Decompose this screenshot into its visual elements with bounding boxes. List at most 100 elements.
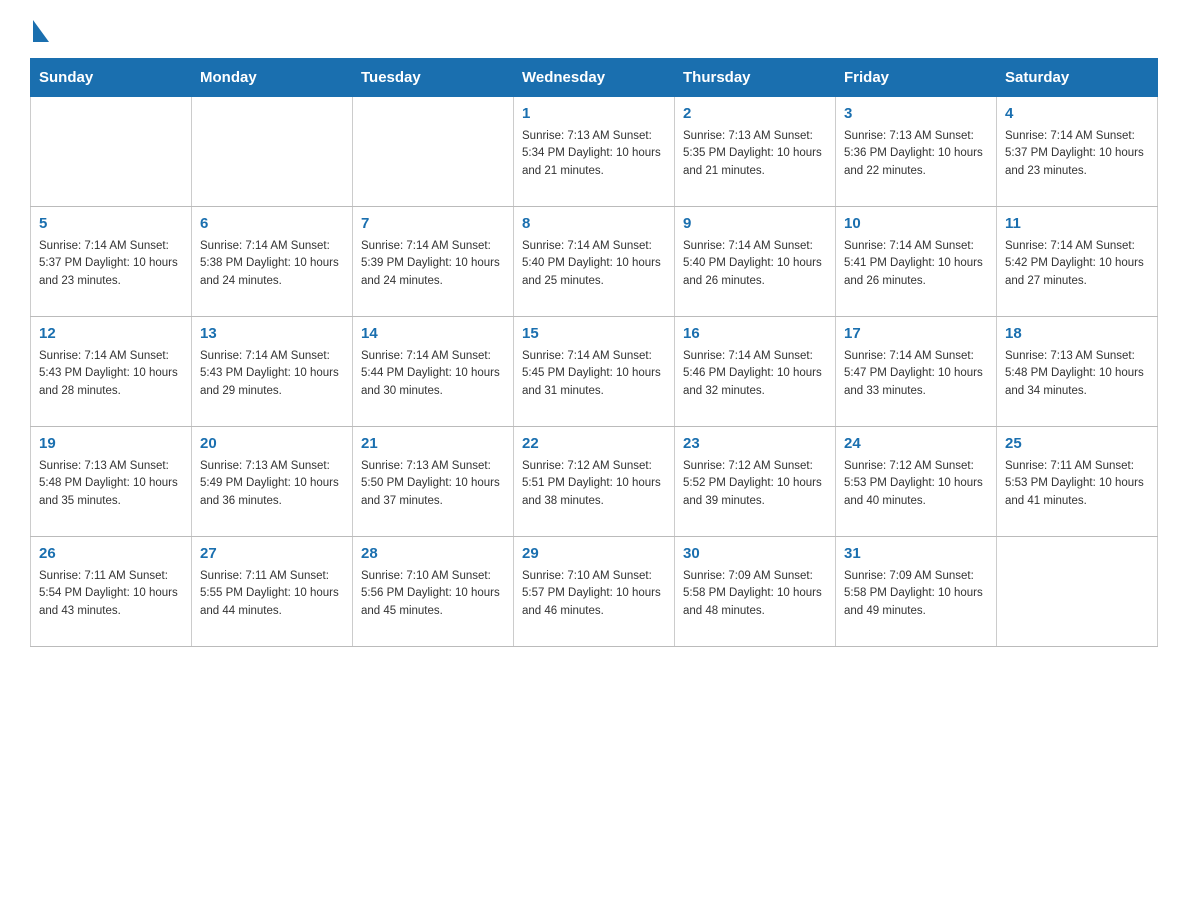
day-number: 8 xyxy=(522,213,666,236)
calendar-cell: 29Sunrise: 7:10 AM Sunset: 5:57 PM Dayli… xyxy=(514,537,675,647)
day-number: 12 xyxy=(39,323,183,346)
day-number: 22 xyxy=(522,433,666,456)
day-number: 16 xyxy=(683,323,827,346)
calendar-cell: 6Sunrise: 7:14 AM Sunset: 5:38 PM Daylig… xyxy=(192,207,353,317)
calendar-cell: 26Sunrise: 7:11 AM Sunset: 5:54 PM Dayli… xyxy=(31,537,192,647)
day-number: 21 xyxy=(361,433,505,456)
calendar-body: 1Sunrise: 7:13 AM Sunset: 5:34 PM Daylig… xyxy=(31,97,1158,647)
day-number: 9 xyxy=(683,213,827,236)
day-number: 20 xyxy=(200,433,344,456)
day-info: Sunrise: 7:13 AM Sunset: 5:49 PM Dayligh… xyxy=(200,458,344,511)
calendar-cell: 20Sunrise: 7:13 AM Sunset: 5:49 PM Dayli… xyxy=(192,427,353,537)
day-number: 26 xyxy=(39,543,183,566)
calendar-cell: 22Sunrise: 7:12 AM Sunset: 5:51 PM Dayli… xyxy=(514,427,675,537)
calendar-cell: 15Sunrise: 7:14 AM Sunset: 5:45 PM Dayli… xyxy=(514,317,675,427)
logo xyxy=(30,20,49,38)
calendar-cell: 4Sunrise: 7:14 AM Sunset: 5:37 PM Daylig… xyxy=(997,97,1158,207)
day-info: Sunrise: 7:09 AM Sunset: 5:58 PM Dayligh… xyxy=(844,568,988,621)
day-info: Sunrise: 7:12 AM Sunset: 5:53 PM Dayligh… xyxy=(844,458,988,511)
calendar-week-4: 19Sunrise: 7:13 AM Sunset: 5:48 PM Dayli… xyxy=(31,427,1158,537)
calendar-cell: 11Sunrise: 7:14 AM Sunset: 5:42 PM Dayli… xyxy=(997,207,1158,317)
calendar-week-3: 12Sunrise: 7:14 AM Sunset: 5:43 PM Dayli… xyxy=(31,317,1158,427)
day-number: 31 xyxy=(844,543,988,566)
day-info: Sunrise: 7:11 AM Sunset: 5:53 PM Dayligh… xyxy=(1005,458,1149,511)
column-header-wednesday: Wednesday xyxy=(514,59,675,97)
day-info: Sunrise: 7:14 AM Sunset: 5:46 PM Dayligh… xyxy=(683,348,827,401)
calendar-cell: 3Sunrise: 7:13 AM Sunset: 5:36 PM Daylig… xyxy=(836,97,997,207)
header-row: SundayMondayTuesdayWednesdayThursdayFrid… xyxy=(31,59,1158,97)
calendar-cell: 27Sunrise: 7:11 AM Sunset: 5:55 PM Dayli… xyxy=(192,537,353,647)
calendar-cell: 19Sunrise: 7:13 AM Sunset: 5:48 PM Dayli… xyxy=(31,427,192,537)
day-number: 17 xyxy=(844,323,988,346)
logo-triangle-icon xyxy=(33,20,49,42)
day-info: Sunrise: 7:14 AM Sunset: 5:47 PM Dayligh… xyxy=(844,348,988,401)
calendar-week-1: 1Sunrise: 7:13 AM Sunset: 5:34 PM Daylig… xyxy=(31,97,1158,207)
calendar-cell: 18Sunrise: 7:13 AM Sunset: 5:48 PM Dayli… xyxy=(997,317,1158,427)
calendar-cell: 25Sunrise: 7:11 AM Sunset: 5:53 PM Dayli… xyxy=(997,427,1158,537)
calendar-cell: 7Sunrise: 7:14 AM Sunset: 5:39 PM Daylig… xyxy=(353,207,514,317)
calendar-cell: 16Sunrise: 7:14 AM Sunset: 5:46 PM Dayli… xyxy=(675,317,836,427)
day-number: 18 xyxy=(1005,323,1149,346)
column-header-thursday: Thursday xyxy=(675,59,836,97)
day-info: Sunrise: 7:14 AM Sunset: 5:41 PM Dayligh… xyxy=(844,238,988,291)
calendar-cell: 12Sunrise: 7:14 AM Sunset: 5:43 PM Dayli… xyxy=(31,317,192,427)
calendar-cell: 8Sunrise: 7:14 AM Sunset: 5:40 PM Daylig… xyxy=(514,207,675,317)
calendar-cell: 28Sunrise: 7:10 AM Sunset: 5:56 PM Dayli… xyxy=(353,537,514,647)
day-info: Sunrise: 7:11 AM Sunset: 5:54 PM Dayligh… xyxy=(39,568,183,621)
page-header xyxy=(30,20,1158,38)
calendar-cell: 13Sunrise: 7:14 AM Sunset: 5:43 PM Dayli… xyxy=(192,317,353,427)
day-number: 24 xyxy=(844,433,988,456)
calendar-cell xyxy=(353,97,514,207)
calendar-cell: 30Sunrise: 7:09 AM Sunset: 5:58 PM Dayli… xyxy=(675,537,836,647)
calendar-week-5: 26Sunrise: 7:11 AM Sunset: 5:54 PM Dayli… xyxy=(31,537,1158,647)
day-info: Sunrise: 7:14 AM Sunset: 5:39 PM Dayligh… xyxy=(361,238,505,291)
day-number: 2 xyxy=(683,103,827,126)
calendar-cell: 31Sunrise: 7:09 AM Sunset: 5:58 PM Dayli… xyxy=(836,537,997,647)
day-number: 29 xyxy=(522,543,666,566)
day-number: 10 xyxy=(844,213,988,236)
calendar-cell: 24Sunrise: 7:12 AM Sunset: 5:53 PM Dayli… xyxy=(836,427,997,537)
day-number: 15 xyxy=(522,323,666,346)
day-number: 5 xyxy=(39,213,183,236)
calendar-table: SundayMondayTuesdayWednesdayThursdayFrid… xyxy=(30,58,1158,647)
calendar-cell xyxy=(192,97,353,207)
day-number: 23 xyxy=(683,433,827,456)
calendar-cell xyxy=(31,97,192,207)
day-number: 4 xyxy=(1005,103,1149,126)
day-info: Sunrise: 7:14 AM Sunset: 5:43 PM Dayligh… xyxy=(200,348,344,401)
day-number: 1 xyxy=(522,103,666,126)
column-header-sunday: Sunday xyxy=(31,59,192,97)
day-info: Sunrise: 7:14 AM Sunset: 5:43 PM Dayligh… xyxy=(39,348,183,401)
day-info: Sunrise: 7:10 AM Sunset: 5:57 PM Dayligh… xyxy=(522,568,666,621)
day-number: 30 xyxy=(683,543,827,566)
day-info: Sunrise: 7:14 AM Sunset: 5:38 PM Dayligh… xyxy=(200,238,344,291)
column-header-monday: Monday xyxy=(192,59,353,97)
day-info: Sunrise: 7:10 AM Sunset: 5:56 PM Dayligh… xyxy=(361,568,505,621)
day-info: Sunrise: 7:11 AM Sunset: 5:55 PM Dayligh… xyxy=(200,568,344,621)
day-number: 7 xyxy=(361,213,505,236)
day-number: 6 xyxy=(200,213,344,236)
calendar-cell: 23Sunrise: 7:12 AM Sunset: 5:52 PM Dayli… xyxy=(675,427,836,537)
day-info: Sunrise: 7:14 AM Sunset: 5:44 PM Dayligh… xyxy=(361,348,505,401)
calendar-cell: 1Sunrise: 7:13 AM Sunset: 5:34 PM Daylig… xyxy=(514,97,675,207)
calendar-cell: 9Sunrise: 7:14 AM Sunset: 5:40 PM Daylig… xyxy=(675,207,836,317)
column-header-friday: Friday xyxy=(836,59,997,97)
day-info: Sunrise: 7:14 AM Sunset: 5:45 PM Dayligh… xyxy=(522,348,666,401)
day-info: Sunrise: 7:13 AM Sunset: 5:35 PM Dayligh… xyxy=(683,128,827,181)
calendar-header: SundayMondayTuesdayWednesdayThursdayFrid… xyxy=(31,59,1158,97)
day-info: Sunrise: 7:14 AM Sunset: 5:42 PM Dayligh… xyxy=(1005,238,1149,291)
day-info: Sunrise: 7:12 AM Sunset: 5:52 PM Dayligh… xyxy=(683,458,827,511)
day-number: 14 xyxy=(361,323,505,346)
day-info: Sunrise: 7:12 AM Sunset: 5:51 PM Dayligh… xyxy=(522,458,666,511)
day-number: 27 xyxy=(200,543,344,566)
calendar-cell: 10Sunrise: 7:14 AM Sunset: 5:41 PM Dayli… xyxy=(836,207,997,317)
day-info: Sunrise: 7:13 AM Sunset: 5:34 PM Dayligh… xyxy=(522,128,666,181)
calendar-cell: 21Sunrise: 7:13 AM Sunset: 5:50 PM Dayli… xyxy=(353,427,514,537)
day-info: Sunrise: 7:14 AM Sunset: 5:40 PM Dayligh… xyxy=(683,238,827,291)
day-info: Sunrise: 7:13 AM Sunset: 5:48 PM Dayligh… xyxy=(39,458,183,511)
calendar-week-2: 5Sunrise: 7:14 AM Sunset: 5:37 PM Daylig… xyxy=(31,207,1158,317)
day-number: 28 xyxy=(361,543,505,566)
calendar-cell: 14Sunrise: 7:14 AM Sunset: 5:44 PM Dayli… xyxy=(353,317,514,427)
calendar-cell: 17Sunrise: 7:14 AM Sunset: 5:47 PM Dayli… xyxy=(836,317,997,427)
day-info: Sunrise: 7:13 AM Sunset: 5:36 PM Dayligh… xyxy=(844,128,988,181)
